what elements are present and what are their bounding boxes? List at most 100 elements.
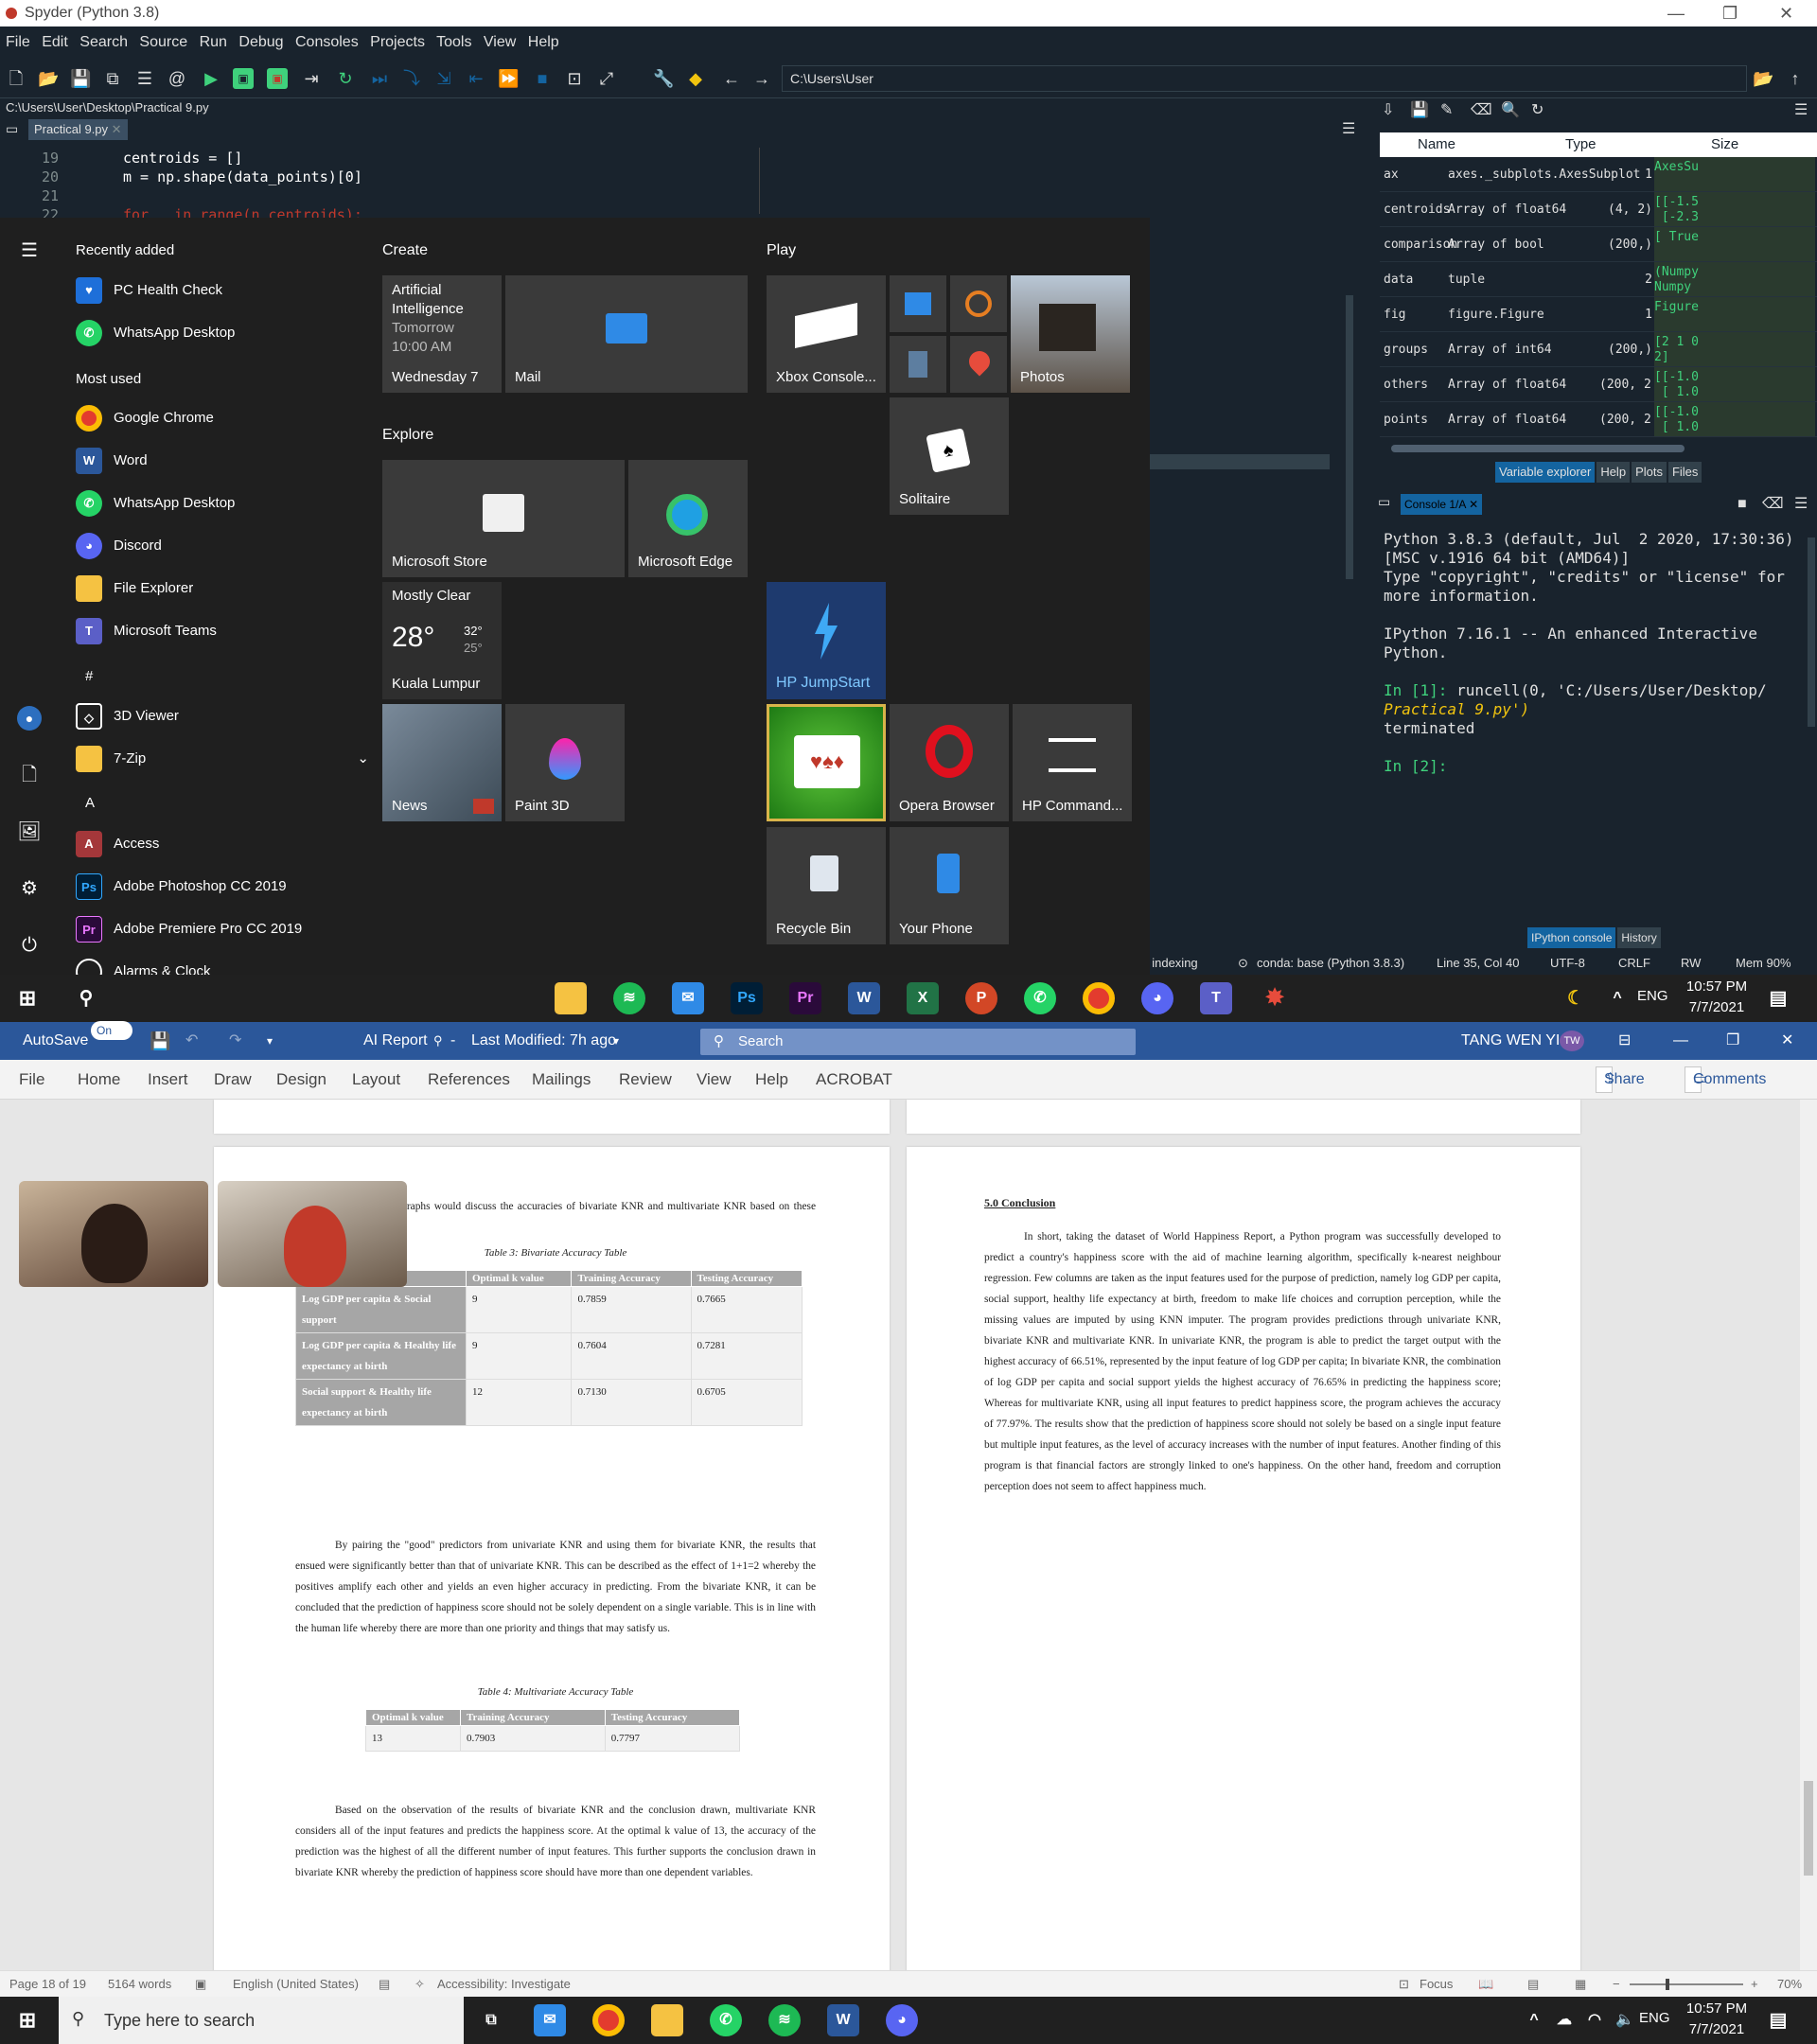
zoom-in-icon[interactable]: + [1751,1971,1758,1998]
word-icon[interactable]: W [848,982,880,1014]
tile-hp-command[interactable]: HP Command... [1013,704,1132,821]
tile-microsoft-edge[interactable]: Microsoft Edge [628,460,748,577]
discord-icon[interactable]: ◕ [1141,982,1173,1014]
language-indicator[interactable]: ENG [1639,2010,1670,2026]
stop-debug-icon[interactable]: ■ [532,68,553,89]
tab-review[interactable]: Review [619,1060,672,1100]
tab-references[interactable]: References [428,1060,510,1100]
console-tab-close-icon[interactable]: ✕ [1469,498,1478,511]
windows-start-icon[interactable]: ⊞ [11,2004,44,2036]
windows-start-icon[interactable]: ⊞ [11,982,44,1014]
console-scrollbar[interactable] [1808,537,1815,727]
console-prompt-2[interactable]: In [2]: [1384,757,1447,775]
rerun-icon[interactable]: ↻ [335,68,356,89]
variable-row[interactable]: groups Array of int64 (200,) [2 1 0 2] [1380,332,1817,367]
tab-insert[interactable]: Insert [148,1060,188,1100]
chrome-icon[interactable] [592,2004,625,2036]
document-area[interactable]: life. The following paragraphs would dis… [0,1100,1817,1970]
variable-row[interactable]: data tuple 2 (Numpy Numpy [1380,262,1817,297]
minimize-icon[interactable]: — [1673,1022,1688,1060]
chevron-down-icon[interactable]: ⌄ [357,743,369,775]
menu-edit[interactable]: Edit [42,34,68,50]
zoom-out-icon[interactable]: − [1613,1971,1620,1998]
refresh-icon[interactable]: ↻ [1531,100,1544,119]
menu-source[interactable]: Source [139,34,187,50]
ipython-console[interactable]: ▭ Console 1/A ✕ ■ ⌫ ☰ Python 3.8.3 (defa… [1374,490,1817,948]
import-data-icon[interactable]: ⇩ [1382,100,1394,119]
tile-your-phone[interactable]: Your Phone [890,827,1009,944]
file-explorer-icon[interactable] [555,982,587,1014]
vertical-scrollbar[interactable] [1800,1100,1817,1970]
language-indicator[interactable]: ENG [1637,988,1668,1004]
close-icon[interactable]: ✕ [1779,0,1793,26]
tab-home[interactable]: Home [78,1060,120,1100]
tab-practical9[interactable]: Practical 9.py ✕ [28,119,128,140]
menu-search[interactable]: Search [79,34,128,50]
comments-button[interactable]: ▭ Comments [1685,1066,1766,1093]
step-icon[interactable]: ⤵ [401,68,422,89]
onedrive-icon[interactable]: ☁ [1548,2004,1580,2036]
tile-maps[interactable] [950,336,1007,393]
editor-h-scroll[interactable] [1150,454,1330,469]
page-count[interactable]: Page 18 of 19 [9,1971,86,1998]
col-size[interactable]: Size [1711,132,1738,157]
ribbon-display-icon[interactable]: ⊟ [1618,1022,1631,1060]
tile-solitaire[interactable]: ♠ Solitaire [890,397,1009,515]
notifications-icon[interactable]: ▤ [1762,982,1794,1014]
excel-icon[interactable]: X [907,982,939,1014]
app-3d-viewer[interactable]: ◇ 3D Viewer [76,700,179,732]
taskbar-search-box[interactable]: ⚲ Type here to search [59,1997,464,2044]
status-conda[interactable]: conda: base (Python 3.8.3) [1257,952,1404,975]
last-modified[interactable]: Last Modified: 7h ago [471,1022,616,1060]
search-box[interactable]: ⚲ Search [700,1029,1136,1055]
tab-draw[interactable]: Draw [214,1060,252,1100]
col-name[interactable]: Name [1418,132,1455,157]
tab-file[interactable]: File [19,1060,44,1100]
hash-header[interactable]: # [85,668,93,684]
settings-icon[interactable]: ⚙ [17,876,42,901]
spyder-icon[interactable]: ✸ [1259,982,1291,1014]
group-explore[interactable]: Explore [382,427,433,444]
run-cell-icon[interactable]: ▣ [233,68,254,89]
volume-icon[interactable]: 🔈 [1609,2004,1641,2036]
proofing-icon[interactable]: ▣ [195,1971,206,1998]
search-icon[interactable]: 🔍 [1501,100,1520,119]
tile-movies[interactable] [890,275,946,332]
tab-close-icon[interactable]: ✕ [112,122,122,136]
editor-options-icon[interactable]: ☰ [1342,119,1355,138]
pane-options-icon[interactable]: ☰ [1794,100,1808,119]
mail-icon[interactable]: ✉ [672,982,704,1014]
word-icon[interactable]: W [827,2004,859,2036]
spotify-icon[interactable]: ≋ [613,982,645,1014]
app-alarms[interactable]: Alarms & Clock [76,956,211,975]
wifi-icon[interactable]: ◠ [1579,2004,1611,2036]
group-play[interactable]: Play [767,242,796,259]
tile-hp-jumpstart[interactable]: HP JumpStart [767,582,886,699]
photoshop-icon[interactable]: Ps [731,982,763,1014]
share-button[interactable]: ⇪ Share [1596,1066,1645,1093]
discord-icon[interactable]: ◕ [886,2004,918,2036]
debug-icon[interactable]: ⏭ [369,68,390,89]
chevron-down-icon[interactable]: ▾ [613,1022,619,1060]
menu-projects[interactable]: Projects [370,34,425,50]
variable-row[interactable]: ax axes._subplots.AxesSubplot 1 AxesSu [1380,157,1817,192]
forward-arrow-icon[interactable]: → [751,68,772,89]
power-icon[interactable]: ⏻ [17,933,42,958]
zoom-thumb[interactable] [1666,1979,1669,1990]
customize-qat-icon[interactable]: ▾ [267,1022,273,1060]
tab-help[interactable]: Help [1596,462,1631,483]
run-icon[interactable]: ▶ [201,68,221,89]
tile-xbox[interactable]: Xbox Console... [767,275,886,393]
app-google-chrome[interactable]: Google Chrome [76,402,214,434]
app-file-explorer[interactable]: File Explorer [76,573,193,605]
variable-row[interactable]: points Array of float64 (200, 2)[[-1.0 [ 1… [1380,402,1817,437]
tile-microsoft-store[interactable]: Microsoft Store [382,460,625,577]
documents-icon[interactable]: 🗋 [17,763,42,787]
open-file-icon[interactable]: 📂 [38,68,59,89]
document-title[interactable]: AI Report [363,1022,428,1060]
col-type[interactable]: Type [1565,132,1596,157]
clock-time[interactable]: 10:57 PM [1679,978,1755,995]
search-icon[interactable]: ⚲ [70,982,102,1014]
var-h-scrollbar[interactable] [1391,445,1685,452]
save-icon[interactable]: 💾 [70,68,91,89]
